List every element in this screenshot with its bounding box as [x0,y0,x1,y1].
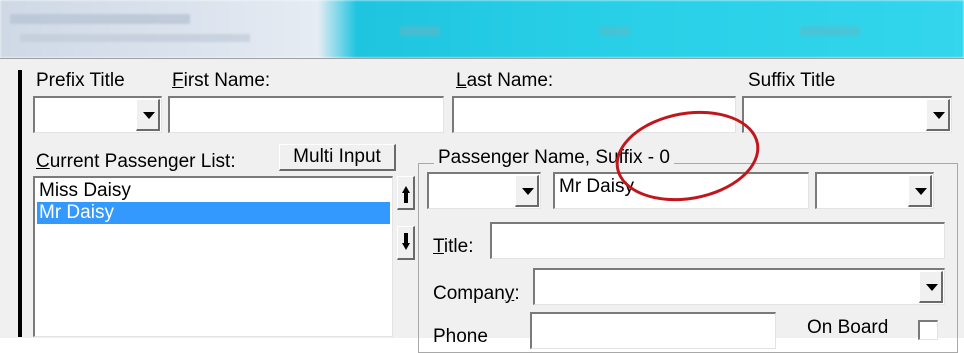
on-board-label: On Board [807,317,889,338]
title-input[interactable] [490,222,945,259]
move-up-button[interactable] [397,176,415,210]
arrow-down-icon [402,233,410,250]
multi-input-button[interactable]: Multi Input [279,144,396,171]
prefix-title-dropdown[interactable] [33,96,162,133]
list-item[interactable]: Miss Daisy [39,180,131,202]
suffix-title-dropdown[interactable] [742,96,952,133]
phone-input[interactable] [530,312,776,349]
first-name-input[interactable] [168,96,444,133]
blurred-window-header [0,0,964,58]
on-board-checkbox[interactable] [918,320,938,340]
chevron-down-icon[interactable] [136,99,160,131]
passenger-prefix-dropdown[interactable] [427,172,541,209]
title-label: Title: [433,236,474,257]
list-item[interactable]: Mr Daisy [37,202,390,224]
last-name-label: Last Name: [456,70,554,91]
phone-label: Phone [433,326,488,347]
move-down-button[interactable] [397,226,415,260]
chevron-down-icon[interactable] [515,175,539,207]
left-divider-bar [18,70,22,337]
passenger-suffix-dropdown[interactable] [815,172,934,209]
chevron-down-icon[interactable] [919,271,943,303]
chevron-down-icon[interactable] [908,175,932,207]
current-passenger-list-label: Current Passenger List: [36,151,236,172]
prefix-title-label: Prefix Title [36,70,125,91]
passenger-list[interactable]: Miss Daisy Mr Daisy [33,176,393,337]
company-dropdown[interactable] [533,268,945,305]
chevron-down-icon[interactable] [926,99,950,131]
company-label: Company: [433,283,520,304]
suffix-title-label: Suffix Title [748,70,836,91]
arrow-up-icon [402,186,410,203]
first-name-label: First Name: [172,70,271,91]
